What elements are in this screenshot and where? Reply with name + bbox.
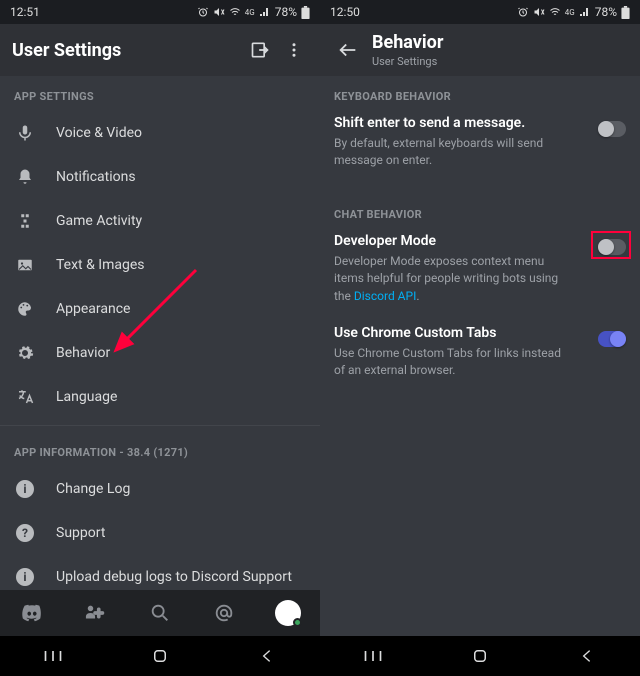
row-text-images[interactable]: Text & Images [0,243,320,287]
status-time: 12:50 [330,5,360,19]
status-bar: 12:50 4G 78% [320,0,640,24]
row-appearance[interactable]: Appearance [0,287,320,331]
presence-dot [293,618,302,627]
header-bar: User Settings [0,24,320,76]
row-change-log[interactable]: i Change Log [0,467,320,511]
row-label: Behavior [56,345,110,361]
back-button[interactable] [332,34,364,66]
row-label: Text & Images [56,257,145,273]
battery-pct: 78% [275,5,297,19]
status-right: 4G 78% [197,5,310,19]
row-label: Notifications [56,169,136,185]
status-right: 4G 78% [517,5,630,19]
page-title: User Settings [12,40,121,61]
row-game-activity[interactable]: Game Activity [0,199,320,243]
status-bar: 12:51 4G 78% [0,0,320,24]
section-chat-behavior: CHAT BEHAVIOR [320,186,640,229]
gamepad-icon [14,210,36,232]
setting-desc: Use Chrome Custom Tabs for links instead… [334,345,574,380]
discord-api-link[interactable]: Discord API [354,289,416,303]
tab-search[interactable] [136,590,184,636]
setting-desc: Developer Mode exposes context menu item… [334,253,574,305]
nav-home[interactable] [130,638,190,674]
setting-title: Developer Mode [334,233,626,249]
header-bar: Behavior User Settings [320,24,640,76]
tab-mentions[interactable] [200,590,248,636]
toggle-chrome-tabs[interactable] [598,331,626,347]
tab-profile[interactable] [264,590,312,636]
signal-icon [579,6,591,18]
tab-friends[interactable] [72,590,120,636]
page-title: Behavior [372,32,443,53]
row-support[interactable]: ? Support [0,511,320,555]
settings-list: APP SETTINGS Voice & Video Notifications… [0,76,320,590]
gear-icon [14,342,36,364]
pane-behavior: 12:50 4G 78% Behavior User Settings KEYB… [320,0,640,676]
row-label: Game Activity [56,213,142,229]
toggle-shift-enter[interactable] [598,121,626,137]
row-voice-video[interactable]: Voice & Video [0,111,320,155]
row-notifications[interactable]: Notifications [0,155,320,199]
account-switch-button[interactable] [246,36,274,64]
info-icon: i [14,566,36,588]
status-time: 12:51 [10,5,40,19]
android-nav-bar [0,636,320,676]
bell-icon [14,166,36,188]
setting-title: Use Chrome Custom Tabs [334,325,626,341]
network-label: 4G [245,8,255,17]
help-icon: ? [14,522,36,544]
signal-icon [259,6,271,18]
section-keyboard-behavior: KEYBOARD BEHAVIOR [320,76,640,111]
battery-icon [301,6,310,19]
language-icon [14,386,36,408]
setting-title: Shift enter to send a message. [334,115,626,131]
wifi-icon [549,6,561,18]
mute-icon [213,6,225,18]
info-icon: i [14,478,36,500]
setting-shift-enter[interactable]: Shift enter to send a message. By defaul… [320,111,640,186]
behavior-content: KEYBOARD BEHAVIOR Shift enter to send a … [320,76,640,636]
avatar [275,600,301,626]
nav-recents[interactable] [343,638,403,674]
bottom-tab-bar [0,590,320,636]
battery-icon [621,6,630,19]
page-subtitle: User Settings [372,55,443,68]
setting-desc: By default, external keyboards will send… [334,135,574,170]
toggle-developer-mode[interactable] [598,239,626,255]
image-icon [14,254,36,276]
nav-back[interactable] [237,638,297,674]
network-label: 4G [565,8,575,17]
row-label: Appearance [56,301,130,317]
divider [0,425,320,426]
nav-home[interactable] [450,638,510,674]
setting-developer-mode[interactable]: Developer Mode Developer Mode exposes co… [320,229,640,321]
row-label: Upload debug logs to Discord Support [56,569,292,585]
battery-pct: 78% [595,5,617,19]
tab-discord[interactable] [8,590,56,636]
row-upload-debug[interactable]: i Upload debug logs to Discord Support [0,555,320,590]
wifi-icon [229,6,241,18]
row-language[interactable]: Language [0,375,320,419]
android-nav-bar [320,636,640,676]
palette-icon [14,298,36,320]
section-app-info: APP INFORMATION - 38.4 (1271) [0,432,320,467]
row-label: Voice & Video [56,125,142,141]
mic-icon [14,122,36,144]
section-app-settings: APP SETTINGS [0,76,320,111]
setting-chrome-tabs[interactable]: Use Chrome Custom Tabs Use Chrome Custom… [320,321,640,396]
alarm-icon [197,6,209,18]
mute-icon [533,6,545,18]
pane-user-settings: 12:51 4G 78% User Settings APP SETTING [0,0,320,676]
alarm-icon [517,6,529,18]
nav-recents[interactable] [23,638,83,674]
row-behavior[interactable]: Behavior [0,331,320,375]
nav-back[interactable] [557,638,617,674]
row-label: Language [56,389,117,405]
row-label: Change Log [56,481,130,497]
row-label: Support [56,525,105,541]
overflow-menu-button[interactable] [280,36,308,64]
